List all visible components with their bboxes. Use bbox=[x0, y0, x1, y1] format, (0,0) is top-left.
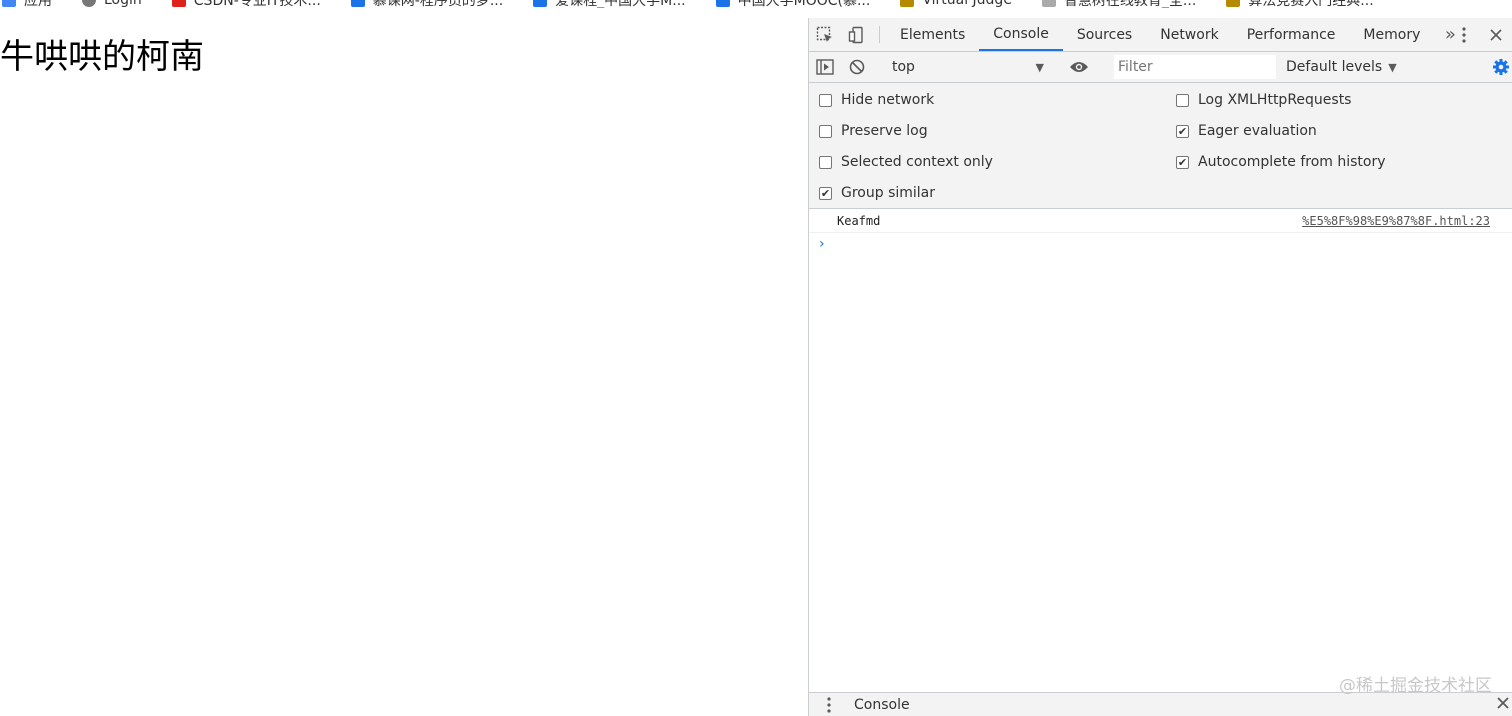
book-icon bbox=[1226, 0, 1241, 7]
close-icon[interactable] bbox=[1480, 29, 1512, 41]
flag-icon bbox=[533, 0, 548, 7]
prompt-chevron-icon: › bbox=[819, 236, 825, 252]
log-levels-dropdown[interactable]: Default levels ▼ bbox=[1286, 59, 1397, 75]
page-viewport: 牛哄哄的柯南 bbox=[0, 8, 808, 716]
drawer-tab-console[interactable]: Console bbox=[854, 697, 910, 713]
tab-elements[interactable]: Elements bbox=[886, 18, 979, 51]
devtools-panel: Elements Console Sources Network Perform… bbox=[808, 18, 1512, 716]
kebab-menu-icon[interactable] bbox=[1448, 27, 1480, 43]
bookmark-imooc[interactable]: 慕课网-程序员的梦... bbox=[350, 0, 503, 8]
globe-icon bbox=[82, 0, 96, 7]
console-toolbar: top ▼ Default levels ▼ bbox=[809, 52, 1512, 83]
devtools-tabbar: Elements Console Sources Network Perform… bbox=[809, 18, 1512, 52]
flag-icon bbox=[715, 0, 730, 7]
setting-autocomplete-history[interactable]: ✔ Autocomplete from history bbox=[1176, 154, 1386, 170]
message-text: Keafmd bbox=[837, 213, 881, 228]
bookmark-mooc[interactable]: 中国大学MOOC(慕... bbox=[715, 0, 870, 8]
inspect-element-icon[interactable] bbox=[809, 18, 841, 51]
setting-eager-evaluation[interactable]: ✔ Eager evaluation bbox=[1176, 123, 1317, 139]
setting-label: Hide network bbox=[841, 92, 935, 108]
chevron-down-icon: ▼ bbox=[1388, 60, 1397, 74]
chevron-down-icon: ▼ bbox=[1035, 60, 1044, 74]
divider bbox=[879, 26, 880, 43]
filter-input[interactable] bbox=[1114, 55, 1276, 79]
tab-performance[interactable]: Performance bbox=[1233, 18, 1350, 51]
checkbox-checked[interactable]: ✔ bbox=[1176, 124, 1189, 138]
clear-console-icon[interactable] bbox=[841, 59, 873, 75]
checkbox[interactable] bbox=[819, 155, 832, 169]
setting-label: Selected context only bbox=[841, 154, 993, 170]
gear-icon[interactable] bbox=[1490, 56, 1512, 78]
arrow-icon bbox=[1041, 0, 1056, 7]
checkbox[interactable] bbox=[819, 93, 832, 107]
setting-preserve-log[interactable]: Preserve log bbox=[819, 123, 928, 139]
drawer-menu-icon[interactable] bbox=[809, 696, 849, 713]
console-settings: Hide network Preserve log Selected conte… bbox=[809, 83, 1512, 209]
checkbox-checked[interactable]: ✔ bbox=[1176, 155, 1189, 169]
vj-logo-icon bbox=[900, 0, 915, 7]
setting-label: Group similar bbox=[841, 185, 936, 201]
tab-memory[interactable]: Memory bbox=[1349, 18, 1434, 51]
bookmark-vjudge[interactable]: Virtual Judge bbox=[900, 0, 1012, 8]
bookmark-icourse[interactable]: 爱课程_中国大学M... bbox=[533, 0, 686, 8]
csdn-logo-icon bbox=[171, 0, 186, 7]
setting-label: Log XMLHttpRequests bbox=[1198, 92, 1352, 108]
bookmark-zhihuishu[interactable]: 智慧树在线教育_全... bbox=[1041, 0, 1196, 8]
tab-sources[interactable]: Sources bbox=[1063, 18, 1146, 51]
checkbox[interactable] bbox=[1176, 93, 1189, 107]
message-source-link[interactable]: %E5%8F%98%E9%87%8F.html:23 bbox=[1302, 214, 1490, 228]
apps-grid-icon bbox=[2, 0, 16, 7]
tab-console[interactable]: Console bbox=[979, 18, 1063, 51]
flag-icon bbox=[350, 0, 365, 7]
bookmarks-bar: 应用 Login CSDN-专业IT技术... 慕课网-程序员的梦... 爱课程… bbox=[0, 0, 1512, 8]
setting-log-xhr[interactable]: Log XMLHttpRequests bbox=[1176, 92, 1351, 108]
page-heading: 牛哄哄的柯南 bbox=[0, 37, 204, 77]
bookmark-login[interactable]: Login bbox=[82, 0, 142, 8]
tab-network[interactable]: Network bbox=[1146, 18, 1232, 51]
setting-hide-network[interactable]: Hide network bbox=[819, 92, 934, 108]
bookmark-algorithm[interactable]: 算法竞赛入门经典... bbox=[1226, 0, 1374, 8]
console-prompt[interactable]: › bbox=[809, 233, 1512, 255]
setting-label: Preserve log bbox=[841, 123, 928, 139]
console-message: Keafmd %E5%8F%98%E9%87%8F.html:23 bbox=[809, 209, 1512, 233]
setting-label: Eager evaluation bbox=[1198, 123, 1317, 139]
close-drawer-icon[interactable] bbox=[1497, 696, 1509, 713]
checkbox[interactable] bbox=[819, 124, 832, 138]
bookmark-apps[interactable]: 应用 bbox=[2, 0, 52, 8]
watermark: @稀土掘金技术社区 bbox=[1339, 676, 1492, 696]
sidebar-toggle-icon[interactable] bbox=[809, 59, 841, 75]
setting-group-similar[interactable]: ✔ Group similar bbox=[819, 185, 935, 201]
context-selector[interactable]: top ▼ bbox=[886, 59, 1050, 75]
bookmark-csdn[interactable]: CSDN-专业IT技术... bbox=[171, 0, 321, 8]
device-toolbar-icon[interactable] bbox=[841, 18, 873, 51]
eye-icon[interactable] bbox=[1063, 60, 1095, 74]
setting-selected-context[interactable]: Selected context only bbox=[819, 154, 993, 170]
context-label: top bbox=[892, 59, 915, 75]
checkbox-checked[interactable]: ✔ bbox=[819, 186, 832, 200]
setting-label: Autocomplete from history bbox=[1198, 154, 1386, 170]
log-levels-label: Default levels bbox=[1286, 59, 1383, 75]
